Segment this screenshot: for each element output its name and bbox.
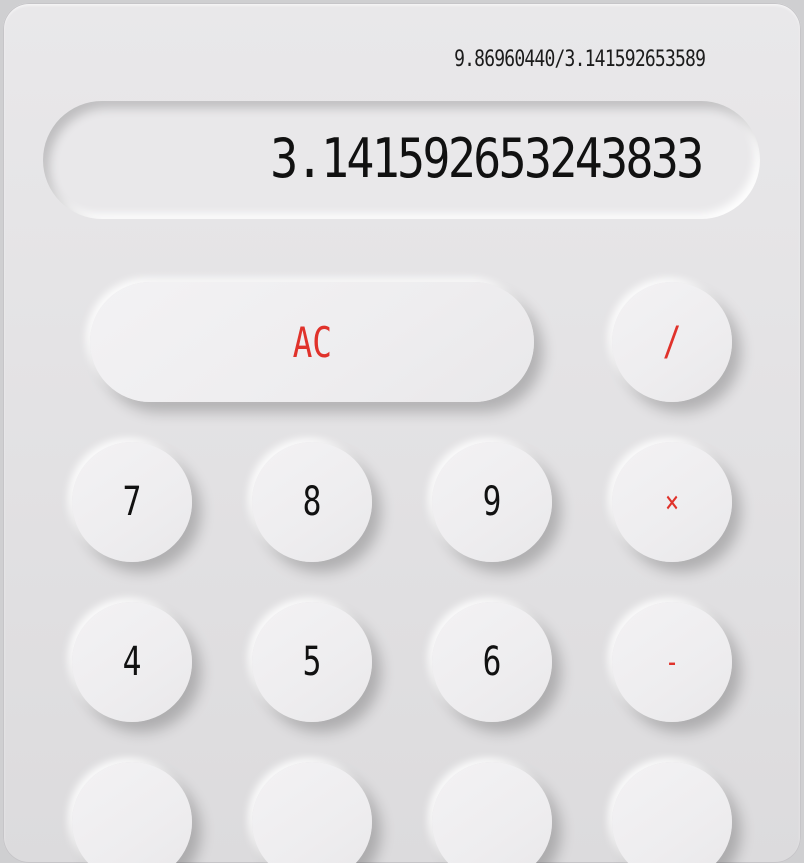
bottom-row-key-4[interactable] (612, 762, 732, 863)
expression-display: 9.86960440/3.141592653589 (453, 47, 706, 72)
divide-label: / (662, 319, 682, 365)
digit-4-button[interactable]: 4 (72, 602, 192, 722)
all-clear-label: AC (292, 317, 332, 367)
multiply-label: × (664, 484, 680, 520)
minus-label: - (664, 644, 680, 680)
digit-6-button[interactable]: 6 (432, 602, 552, 722)
digit-5-label: 5 (302, 639, 322, 685)
minus-button[interactable]: - (612, 602, 732, 722)
divide-button[interactable]: / (612, 282, 732, 402)
digit-6-label: 6 (482, 639, 502, 685)
all-clear-button[interactable]: AC (90, 282, 534, 402)
digit-4-label: 4 (122, 639, 142, 685)
bottom-row-key-2[interactable] (252, 762, 372, 863)
multiply-button[interactable]: × (612, 442, 732, 562)
digit-7-label: 7 (122, 479, 142, 525)
digit-9-button[interactable]: 9 (432, 442, 552, 562)
bottom-row-key-1[interactable] (72, 762, 192, 863)
digit-7-button[interactable]: 7 (72, 442, 192, 562)
digit-8-label: 8 (302, 479, 322, 525)
digit-8-button[interactable]: 8 (252, 442, 372, 562)
digit-5-button[interactable]: 5 (252, 602, 372, 722)
result-screen: 3.141592653243833 (43, 101, 760, 219)
digit-9-label: 9 (482, 479, 502, 525)
result-display: 3.141592653243833 (270, 127, 705, 190)
calculator-body: 9.86960440/3.141592653589 3.141592653243… (3, 3, 801, 863)
bottom-row-key-3[interactable] (432, 762, 552, 863)
